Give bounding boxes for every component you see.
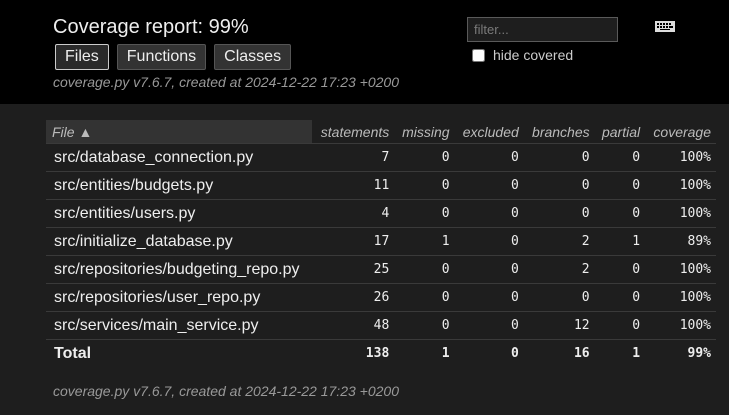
missing-cell: 0 xyxy=(394,199,455,228)
file-link[interactable]: src/repositories/user_repo.py xyxy=(54,289,260,306)
missing-cell: 0 xyxy=(394,143,455,172)
table-row: src/entities/budgets.py 11 0 0 0 0 100% xyxy=(46,171,716,200)
table-row: src/initialize_database.py 17 1 0 2 1 89… xyxy=(46,227,716,256)
column-header-branches[interactable]: branches xyxy=(524,120,595,144)
file-link[interactable]: src/database_connection.py xyxy=(54,149,253,166)
file-name: src/entities/budgets.py xyxy=(46,171,312,200)
table-header-row: File ▲ statements missing excluded branc… xyxy=(46,120,716,144)
file-name: src/initialize_database.py xyxy=(46,227,312,256)
keyboard-icon[interactable] xyxy=(655,21,675,32)
file-link[interactable]: src/entities/users.py xyxy=(54,205,195,222)
total-label: Total xyxy=(46,339,312,367)
hide-covered-checkbox[interactable] xyxy=(472,48,485,62)
file-link[interactable]: src/initialize_database.py xyxy=(54,233,233,250)
tab-functions[interactable]: Functions xyxy=(116,44,207,70)
column-header-statements[interactable]: statements xyxy=(312,120,394,144)
coverage-cell: 100% xyxy=(645,283,716,312)
coverage-cell: 89% xyxy=(645,227,716,256)
tab-classes[interactable]: Classes xyxy=(214,44,292,70)
filter-input[interactable] xyxy=(467,17,618,42)
file-name: src/repositories/user_repo.py xyxy=(46,283,312,312)
partial-cell: 0 xyxy=(594,143,646,172)
coverage-cell: 100% xyxy=(645,311,716,340)
excluded-cell: 0 xyxy=(454,171,524,200)
column-header-file[interactable]: File ▲ xyxy=(46,120,312,144)
branches-cell: 2 xyxy=(523,255,595,284)
excluded-cell: 0 xyxy=(454,255,524,284)
table-row: src/repositories/budgeting_repo.py 25 0 … xyxy=(46,255,716,284)
table-row: src/database_connection.py 7 0 0 0 0 100… xyxy=(46,143,716,172)
view-tabs: Files Functions Classes xyxy=(55,44,292,70)
partial-cell: 1 xyxy=(594,227,646,256)
branches-cell: 0 xyxy=(523,143,595,172)
total-statements: 138 xyxy=(312,339,395,367)
partial-cell: 0 xyxy=(594,283,646,312)
report-header: Coverage report: 99% Files Functions Cla… xyxy=(0,0,729,104)
table-row: src/entities/users.py 4 0 0 0 0 100% xyxy=(46,199,716,228)
partial-cell: 0 xyxy=(594,311,646,340)
column-header-coverage[interactable]: coverage xyxy=(645,120,716,144)
total-excluded: 0 xyxy=(454,339,524,367)
column-header-excluded[interactable]: excluded xyxy=(455,120,524,144)
file-link[interactable]: src/services/main_service.py xyxy=(54,317,259,334)
hide-covered-label: hide covered xyxy=(493,47,574,63)
statements-cell: 7 xyxy=(312,143,395,172)
missing-cell: 0 xyxy=(394,283,455,312)
file-link[interactable]: src/entities/budgets.py xyxy=(54,177,213,194)
missing-cell: 1 xyxy=(394,227,455,256)
excluded-cell: 0 xyxy=(454,227,524,256)
column-header-missing[interactable]: missing xyxy=(394,120,454,144)
created-info: coverage.py v7.6.7, created at 2024-12-2… xyxy=(53,74,399,90)
missing-cell: 0 xyxy=(394,311,455,340)
branches-cell: 0 xyxy=(523,283,595,312)
excluded-cell: 0 xyxy=(454,143,524,172)
coverage-cell: 100% xyxy=(645,171,716,200)
partial-cell: 0 xyxy=(594,199,646,228)
statements-cell: 25 xyxy=(312,255,395,284)
total-row: Total 138 1 0 16 1 99% xyxy=(46,339,716,367)
branches-cell: 2 xyxy=(523,227,595,256)
coverage-cell: 100% xyxy=(645,199,716,228)
statements-cell: 17 xyxy=(312,227,395,256)
branches-cell: 0 xyxy=(523,171,595,200)
branches-cell: 12 xyxy=(523,311,595,340)
file-name: src/database_connection.py xyxy=(46,143,312,172)
footer-created-info: coverage.py v7.6.7, created at 2024-12-2… xyxy=(53,383,399,399)
missing-cell: 0 xyxy=(394,171,455,200)
total-missing: 1 xyxy=(394,339,455,367)
statements-cell: 4 xyxy=(312,199,395,228)
coverage-cell: 100% xyxy=(645,255,716,284)
table-row: src/services/main_service.py 48 0 0 12 0… xyxy=(46,311,716,340)
statements-cell: 26 xyxy=(312,283,395,312)
total-partial: 1 xyxy=(594,339,646,367)
partial-cell: 0 xyxy=(594,255,646,284)
statements-cell: 11 xyxy=(312,171,395,200)
file-name: src/services/main_service.py xyxy=(46,311,312,340)
total-branches: 16 xyxy=(523,339,595,367)
total-coverage: 99% xyxy=(645,339,716,367)
file-name: src/entities/users.py xyxy=(46,199,312,228)
excluded-cell: 0 xyxy=(454,199,524,228)
missing-cell: 0 xyxy=(394,255,455,284)
file-link[interactable]: src/repositories/budgeting_repo.py xyxy=(54,261,299,278)
hide-covered-toggle[interactable]: hide covered xyxy=(470,47,573,63)
tab-files[interactable]: Files xyxy=(55,44,109,70)
file-name: src/repositories/budgeting_repo.py xyxy=(46,255,312,284)
branches-cell: 0 xyxy=(523,199,595,228)
excluded-cell: 0 xyxy=(454,283,524,312)
table-row: src/repositories/user_repo.py 26 0 0 0 0… xyxy=(46,283,716,312)
page-title: Coverage report: 99% xyxy=(53,16,249,38)
coverage-cell: 100% xyxy=(645,143,716,172)
partial-cell: 0 xyxy=(594,171,646,200)
excluded-cell: 0 xyxy=(454,311,524,340)
statements-cell: 48 xyxy=(312,311,395,340)
column-header-partial[interactable]: partial xyxy=(595,120,645,144)
coverage-table: File ▲ statements missing excluded branc… xyxy=(46,120,716,367)
